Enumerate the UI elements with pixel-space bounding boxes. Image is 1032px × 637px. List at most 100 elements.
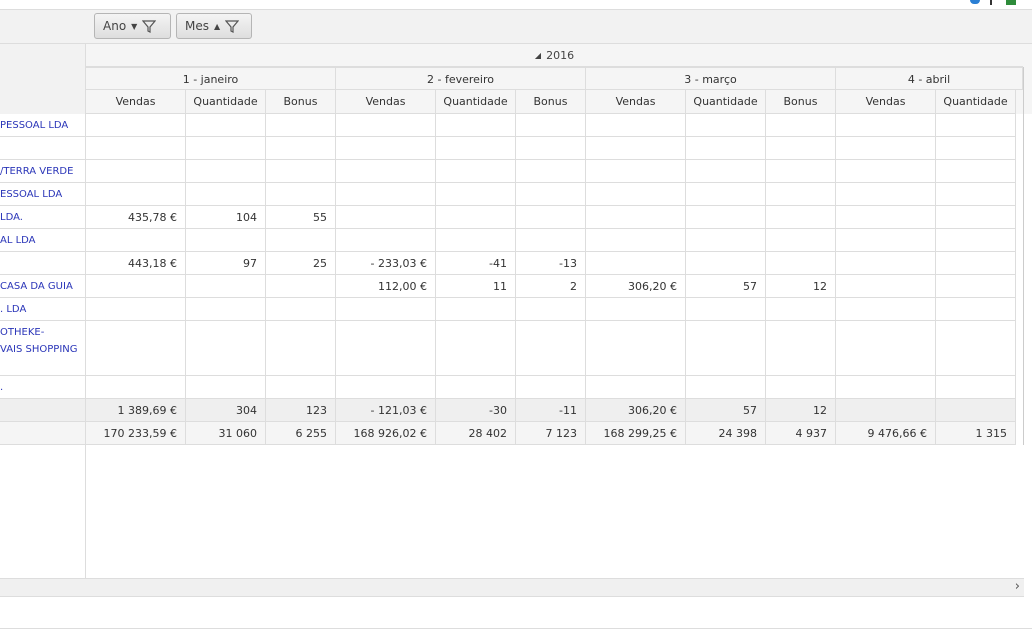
table-cell xyxy=(516,137,586,160)
measure-header[interactable]: Bonus xyxy=(266,90,336,114)
table-cell xyxy=(936,229,1016,252)
table-cell xyxy=(686,298,766,321)
comment-icon[interactable] xyxy=(970,0,980,4)
year-label: 2016 xyxy=(546,48,575,62)
collapse-triangle-icon[interactable]: ◢ xyxy=(535,51,541,60)
filter-icon[interactable] xyxy=(142,19,157,33)
subtotal-cell xyxy=(836,399,936,422)
horizontal-scrollbar[interactable]: › xyxy=(0,578,1024,597)
table-cell xyxy=(266,183,336,206)
table-cell xyxy=(266,376,336,399)
table-cell xyxy=(86,321,186,376)
separator-icon xyxy=(990,0,992,5)
table-cell xyxy=(436,206,516,229)
sort-down-icon[interactable]: ▼ xyxy=(131,22,137,31)
table-cell: 57 xyxy=(686,275,766,298)
subtotal-cell: -30 xyxy=(436,399,516,422)
measure-header[interactable]: Quantidade xyxy=(686,90,766,114)
row-label[interactable]: . xyxy=(0,376,86,399)
table-cell xyxy=(766,160,836,183)
toolbar-icons[interactable] xyxy=(968,0,1028,6)
year-header[interactable]: ◢ 2016 xyxy=(86,44,1023,67)
mes-filter-button[interactable]: Mes ▲ xyxy=(176,13,252,39)
table-cell xyxy=(686,206,766,229)
table-cell xyxy=(336,183,436,206)
month-header[interactable]: 4 - abril xyxy=(836,67,1023,90)
table-cell xyxy=(586,160,686,183)
table-cell xyxy=(336,137,436,160)
ano-filter-button[interactable]: Ano ▼ xyxy=(94,13,171,39)
table-cell xyxy=(766,183,836,206)
row-label[interactable]: AL LDA xyxy=(0,229,86,252)
table-cell xyxy=(436,114,516,137)
month-header[interactable]: 1 - janeiro xyxy=(86,67,336,90)
table-cell xyxy=(836,298,936,321)
table-cell xyxy=(86,114,186,137)
table-cell xyxy=(836,376,936,399)
table-cell xyxy=(836,160,936,183)
measure-header[interactable]: Vendas xyxy=(836,90,936,114)
table-cell xyxy=(86,183,186,206)
sort-up-icon[interactable]: ▲ xyxy=(214,22,220,31)
row-label[interactable] xyxy=(0,137,86,160)
table-cell xyxy=(766,252,836,275)
table-cell xyxy=(516,376,586,399)
subtotal-cell: - 121,03 € xyxy=(336,399,436,422)
row-header-corner xyxy=(0,44,86,114)
table-cell: -41 xyxy=(436,252,516,275)
table-cell xyxy=(266,275,336,298)
row-label[interactable]: ESSOAL LDA xyxy=(0,183,86,206)
table-cell xyxy=(186,321,266,376)
row-label[interactable] xyxy=(0,252,86,275)
table-cell: 112,00 € xyxy=(336,275,436,298)
table-cell: 97 xyxy=(186,252,266,275)
table-cell xyxy=(936,160,1016,183)
table-cell xyxy=(436,298,516,321)
table-cell xyxy=(436,183,516,206)
measure-header[interactable]: Quantidade xyxy=(186,90,266,114)
row-label[interactable]: PESSOAL LDA xyxy=(0,114,86,137)
table-cell xyxy=(516,321,586,376)
grandtotal-cell: 9 476,66 € xyxy=(836,422,936,445)
month-header[interactable]: 2 - fevereiro xyxy=(336,67,586,90)
table-cell: 104 xyxy=(186,206,266,229)
subtotal-cell: 12 xyxy=(766,399,836,422)
table-cell xyxy=(686,183,766,206)
table-cell xyxy=(686,114,766,137)
filter-icon[interactable] xyxy=(225,19,240,33)
measure-header[interactable]: Vendas xyxy=(86,90,186,114)
table-cell xyxy=(936,321,1016,376)
table-cell xyxy=(186,275,266,298)
row-label[interactable]: /TERRA VERDE xyxy=(0,160,86,183)
table-cell xyxy=(766,137,836,160)
export-excel-icon[interactable] xyxy=(1006,0,1016,5)
table-cell xyxy=(186,114,266,137)
table-cell xyxy=(836,229,936,252)
measure-header[interactable]: Quantidade xyxy=(936,90,1016,114)
grandtotal-cell: 31 060 xyxy=(186,422,266,445)
month-header[interactable]: 3 - março xyxy=(586,67,836,90)
chevron-right-icon[interactable]: › xyxy=(1015,579,1020,594)
subtotal-cell: 306,20 € xyxy=(586,399,686,422)
top-bar xyxy=(0,0,1032,9)
measure-header[interactable]: Vendas xyxy=(336,90,436,114)
measure-header[interactable]: Bonus xyxy=(516,90,586,114)
row-label[interactable]: LDA. xyxy=(0,206,86,229)
table-cell xyxy=(686,229,766,252)
table-cell xyxy=(936,252,1016,275)
table-cell xyxy=(86,275,186,298)
table-cell xyxy=(336,229,436,252)
table-cell xyxy=(586,183,686,206)
row-label[interactable]: OTHEKE- VAIS SHOPPING xyxy=(0,321,86,376)
table-cell xyxy=(836,275,936,298)
table-cell xyxy=(686,376,766,399)
table-cell xyxy=(586,229,686,252)
measure-header[interactable]: Vendas xyxy=(586,90,686,114)
measure-header[interactable]: Bonus xyxy=(766,90,836,114)
row-label[interactable]: . LDA xyxy=(0,298,86,321)
subtotal-label xyxy=(0,399,86,422)
table-cell xyxy=(86,137,186,160)
table-cell xyxy=(336,160,436,183)
row-label[interactable]: CASA DA GUIA xyxy=(0,275,86,298)
measure-header[interactable]: Quantidade xyxy=(436,90,516,114)
